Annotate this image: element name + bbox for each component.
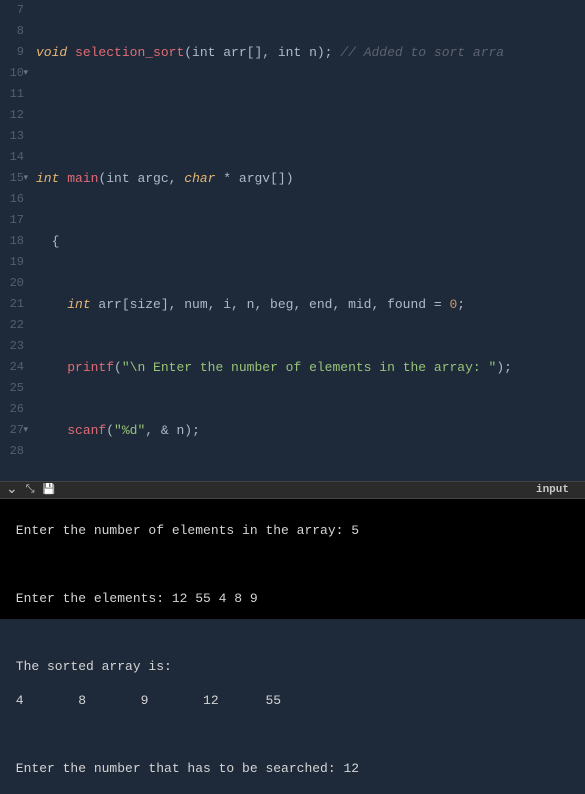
line-number: 19 bbox=[0, 252, 24, 273]
code-line[interactable]: int main(int argc, char * argv[]) bbox=[36, 168, 585, 189]
terminal-line: Enter the number of elements in the arra… bbox=[8, 522, 577, 539]
code-editor[interactable]: 7 8 9 10▾ 11 12 13 14 15▾ 16 17 18 19 20… bbox=[0, 0, 585, 481]
line-number: 14 bbox=[0, 147, 24, 168]
terminal-line: Enter the elements: 12 55 4 8 9 bbox=[8, 590, 577, 607]
line-number: 15▾ bbox=[0, 168, 24, 189]
line-number: 21 bbox=[0, 294, 24, 315]
line-number: 13 bbox=[0, 126, 24, 147]
terminal-output[interactable]: Enter the number of elements in the arra… bbox=[0, 499, 585, 619]
line-number: 24 bbox=[0, 357, 24, 378]
line-number: 17 bbox=[0, 210, 24, 231]
terminal-line bbox=[8, 624, 577, 641]
code-line[interactable]: printf("\n Enter the number of elements … bbox=[36, 357, 585, 378]
chevron-down-icon[interactable] bbox=[6, 483, 18, 497]
line-number: 25 bbox=[0, 378, 24, 399]
code-line[interactable]: int arr[size], num, i, n, beg, end, mid,… bbox=[36, 294, 585, 315]
line-number: 10▾ bbox=[0, 63, 24, 84]
line-number: 12 bbox=[0, 105, 24, 126]
line-number: 7 bbox=[0, 0, 24, 21]
save-icon[interactable] bbox=[43, 484, 55, 496]
code-line[interactable]: void selection_sort(int arr[], int n); /… bbox=[36, 42, 585, 63]
line-number: 23 bbox=[0, 336, 24, 357]
fold-icon[interactable]: ▾ bbox=[23, 63, 28, 84]
line-number: 20 bbox=[0, 273, 24, 294]
code-line[interactable]: { bbox=[36, 231, 585, 252]
line-number: 8 bbox=[0, 21, 24, 42]
expand-icon[interactable] bbox=[26, 484, 35, 496]
terminal-toolbar: input bbox=[0, 481, 585, 499]
terminal-line bbox=[8, 726, 577, 743]
line-number: 26 bbox=[0, 399, 24, 420]
line-number: 9 bbox=[0, 42, 24, 63]
line-number: 16 bbox=[0, 189, 24, 210]
line-number: 11 bbox=[0, 84, 24, 105]
line-number: 22 bbox=[0, 315, 24, 336]
terminal-line: The sorted array is: bbox=[8, 658, 577, 675]
fold-icon[interactable]: ▾ bbox=[23, 420, 28, 441]
line-number: 18 bbox=[0, 231, 24, 252]
code-line[interactable]: scanf("%d", & n); bbox=[36, 420, 585, 441]
fold-icon[interactable]: ▾ bbox=[23, 168, 28, 189]
code-line[interactable] bbox=[36, 105, 585, 126]
line-number: 28 bbox=[0, 441, 24, 462]
line-gutter: 7 8 9 10▾ 11 12 13 14 15▾ 16 17 18 19 20… bbox=[0, 0, 30, 462]
line-number: 27▾ bbox=[0, 420, 24, 441]
terminal-line: Enter the number that has to be searched… bbox=[8, 760, 577, 777]
terminal-line: 4 8 9 12 55 bbox=[8, 692, 577, 709]
terminal-tab-label[interactable]: input bbox=[536, 484, 569, 496]
terminal-line bbox=[8, 556, 577, 573]
code-content[interactable]: void selection_sort(int arr[], int n); /… bbox=[30, 0, 585, 481]
